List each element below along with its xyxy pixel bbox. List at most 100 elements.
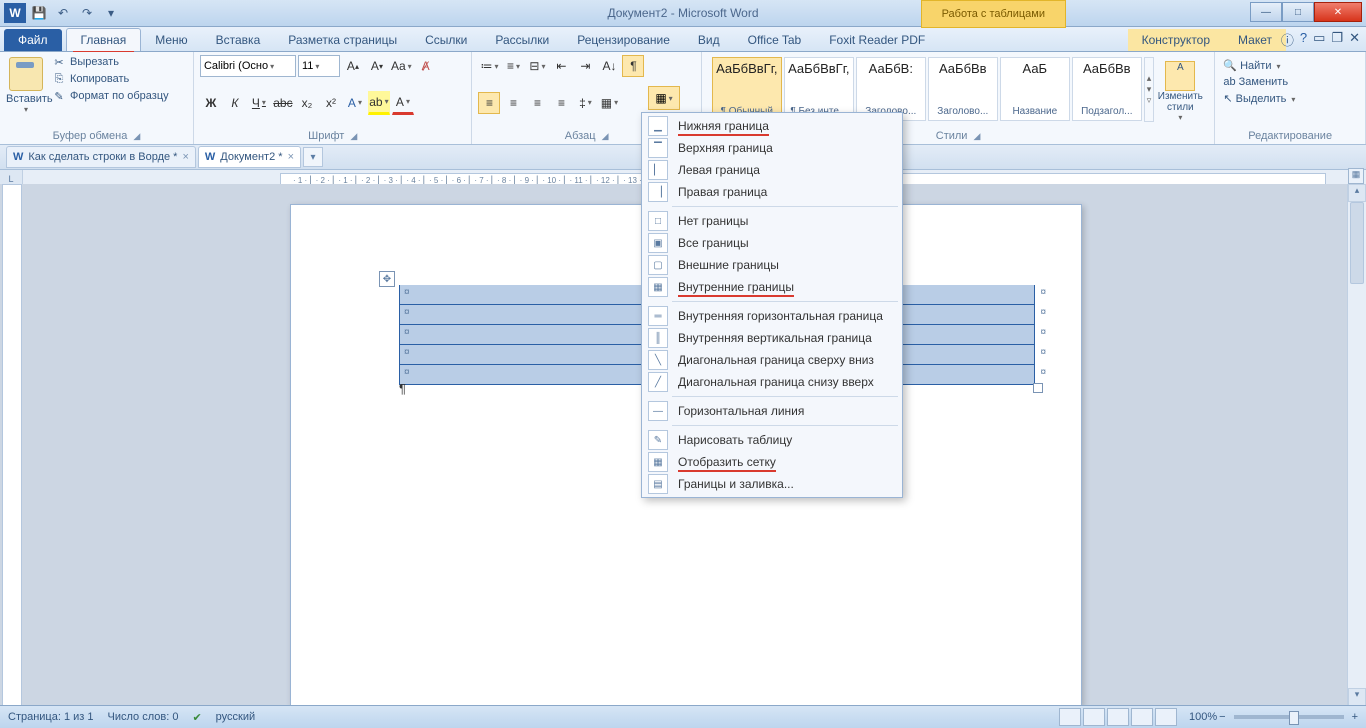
tab-insert[interactable]: Вставка (202, 29, 275, 51)
help-icon[interactable]: ? (1300, 30, 1307, 49)
font-color-button[interactable]: A▾ (392, 91, 414, 115)
zoom-value[interactable]: 100% (1189, 711, 1217, 723)
menu-item[interactable]: ▕Правая граница (642, 181, 902, 203)
justify-button[interactable]: ≡ (550, 92, 572, 114)
doc-close-icon[interactable]: ✕ (1349, 30, 1360, 49)
view-web[interactable] (1107, 708, 1129, 726)
menu-item[interactable]: ▏Левая граница (642, 159, 902, 181)
replace-button[interactable]: ab Заменить (1223, 76, 1357, 88)
style-item[interactable]: АаБбВвЗаголово... (928, 57, 998, 121)
ruler-toggle[interactable]: ▦ (1348, 168, 1364, 184)
add-doc-tab-button[interactable]: ▾ (303, 147, 323, 167)
cut-button[interactable]: ✂Вырезать (52, 55, 169, 69)
close-button[interactable]: ✕ (1314, 2, 1362, 22)
menu-item[interactable]: □Нет границы (642, 210, 902, 232)
table-move-handle[interactable]: ✥ (379, 271, 395, 287)
select-button[interactable]: ↖ Выделить ▾ (1223, 92, 1357, 105)
subscript-button[interactable]: x₂ (296, 92, 318, 114)
tab-layout[interactable]: Макет (1224, 29, 1286, 51)
zoom-slider[interactable] (1234, 715, 1344, 719)
view-outline[interactable] (1131, 708, 1153, 726)
show-marks-button[interactable]: ¶ (622, 55, 644, 77)
shading-button[interactable]: ▦▾ (598, 92, 620, 114)
table-resize-handle[interactable] (1033, 383, 1043, 393)
menu-item[interactable]: ✎Нарисовать таблицу (642, 429, 902, 451)
bold-button[interactable]: Ж (200, 92, 222, 114)
menu-item[interactable]: ―Горизонтальная линия (642, 400, 902, 422)
zoom-in-button[interactable]: + (1352, 711, 1358, 723)
zoom-out-button[interactable]: − (1219, 711, 1225, 723)
close-tab-icon[interactable]: × (182, 151, 188, 163)
tab-mailings[interactable]: Рассылки (481, 29, 563, 51)
view-reading[interactable] (1083, 708, 1105, 726)
status-words[interactable]: Число слов: 0 (108, 711, 179, 723)
status-language[interactable]: русский (216, 711, 255, 723)
doc-minimize-icon[interactable]: ▭ (1313, 30, 1325, 49)
menu-item[interactable]: ▢Внешние границы (642, 254, 902, 276)
find-button[interactable]: 🔍 Найти ▾ (1223, 59, 1357, 72)
align-right-button[interactable]: ≡ (526, 92, 548, 114)
maximize-button[interactable]: □ (1282, 2, 1314, 22)
clear-format-button[interactable]: Ⱥ (415, 55, 437, 77)
tab-view[interactable]: Вид (684, 29, 734, 51)
menu-item[interactable]: ║Внутренняя вертикальная граница (642, 327, 902, 349)
menu-item[interactable]: ═Внутренняя горизонтальная граница (642, 305, 902, 327)
font-size-combo[interactable]: 11▾ (298, 55, 340, 77)
align-left-button[interactable]: ≡ (478, 92, 500, 114)
copy-button[interactable]: ⎘Копировать (52, 72, 169, 86)
scroll-thumb[interactable] (1350, 202, 1364, 284)
font-launcher[interactable]: ◢ (350, 131, 357, 141)
close-tab-icon[interactable]: × (288, 151, 294, 163)
sort-button[interactable]: A↓ (598, 55, 620, 77)
tab-office[interactable]: Office Tab (734, 29, 816, 51)
menu-item[interactable]: ▔Верхняя граница (642, 137, 902, 159)
zoom-thumb[interactable] (1289, 711, 1299, 725)
style-item[interactable]: АаБНазвание (1000, 57, 1070, 121)
minimize-ribbon-icon[interactable]: ⓘ (1281, 30, 1294, 49)
tab-page-layout[interactable]: Разметка страницы (274, 29, 411, 51)
text-effects-button[interactable]: A▾ (344, 92, 366, 114)
styles-scroll[interactable]: ▴▾▿ (1144, 57, 1155, 122)
tab-file[interactable]: Файл (4, 29, 62, 51)
multilevel-button[interactable]: ⊟▾ (526, 55, 548, 77)
qat-dropdown-icon[interactable]: ▾ (100, 3, 122, 23)
align-center-button[interactable]: ≡ (502, 92, 524, 114)
format-painter-button[interactable]: ✎Формат по образцу (52, 89, 169, 103)
change-case-button[interactable]: Aa▾ (390, 55, 413, 77)
view-print-layout[interactable] (1059, 708, 1081, 726)
paragraph-launcher[interactable]: ◢ (602, 131, 609, 141)
change-styles-button[interactable]: A Изменить стили ▾ (1156, 57, 1204, 122)
highlight-button[interactable]: ab▾ (368, 91, 390, 115)
numbering-button[interactable]: ≡▾ (502, 55, 524, 77)
increase-indent-button[interactable]: ⇥ (574, 55, 596, 77)
vertical-ruler[interactable] (2, 184, 22, 706)
menu-item[interactable]: ▦Внутренние границы (642, 276, 902, 298)
tab-constructor[interactable]: Конструктор (1128, 29, 1224, 51)
borders-dropdown-button[interactable]: ▦▾ (648, 86, 680, 110)
underline-button[interactable]: Ч▾ (248, 92, 270, 114)
menu-item[interactable]: ▦Отобразить сетку (642, 451, 902, 473)
doc-tab-2[interactable]: WДокумент2 *× (198, 146, 301, 168)
superscript-button[interactable]: x² (320, 92, 342, 114)
doc-restore-icon[interactable]: ❐ (1331, 30, 1343, 49)
tab-review[interactable]: Рецензирование (563, 29, 684, 51)
tab-foxit[interactable]: Foxit Reader PDF (815, 29, 939, 51)
styles-launcher[interactable]: ◢ (973, 131, 980, 141)
strike-button[interactable]: abc (272, 92, 294, 114)
bullets-button[interactable]: ≔▾ (478, 55, 500, 77)
menu-item[interactable]: ╲Диагональная граница сверху вниз (642, 349, 902, 371)
style-item[interactable]: АаБбВвПодзагол... (1072, 57, 1142, 121)
scroll-up-icon[interactable]: ▴ (1348, 184, 1366, 202)
minimize-button[interactable]: — (1250, 2, 1282, 22)
scroll-down-icon[interactable]: ▾ (1348, 688, 1366, 706)
status-page[interactable]: Страница: 1 из 1 (8, 711, 94, 723)
doc-tab-1[interactable]: WКак сделать строки в Ворде *× (6, 146, 196, 168)
line-spacing-button[interactable]: ‡▾ (574, 92, 596, 114)
status-proof-icon[interactable]: ✔ (192, 711, 201, 724)
clipboard-launcher[interactable]: ◢ (133, 131, 140, 141)
save-icon[interactable]: 💾 (28, 3, 50, 23)
redo-icon[interactable]: ↷ (76, 3, 98, 23)
menu-item[interactable]: ▣Все границы (642, 232, 902, 254)
decrease-indent-button[interactable]: ⇤ (550, 55, 572, 77)
vertical-scrollbar[interactable]: ▴ ▾ (1347, 184, 1366, 706)
